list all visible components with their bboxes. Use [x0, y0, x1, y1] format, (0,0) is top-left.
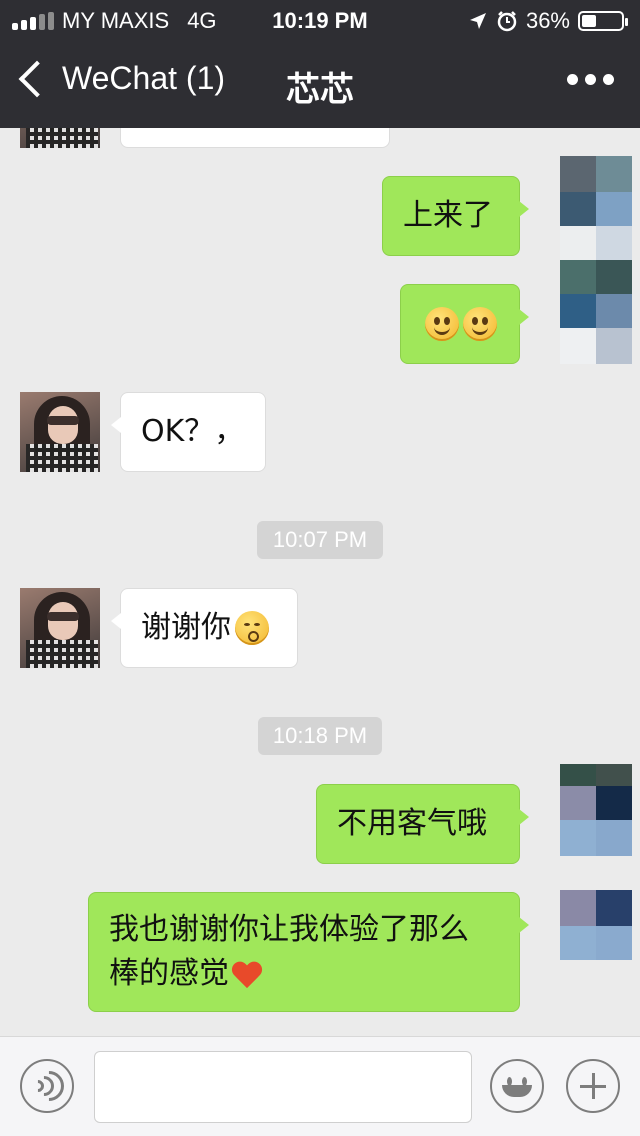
battery-fill: [582, 15, 596, 27]
message-text: 上来了: [403, 198, 493, 233]
plus-button[interactable]: [566, 1059, 620, 1113]
kiss-emoji-icon: [235, 611, 269, 645]
battery-percent: 36%: [525, 8, 570, 33]
chat-area[interactable]: 上来了 OK？， 10:07 PM 谢谢你 10:18 PM 不用客气哦 我也谢…: [0, 128, 640, 1036]
message-text: 谢谢你: [141, 610, 231, 645]
message-bubble-partial[interactable]: [120, 128, 390, 148]
location-arrow-icon: [469, 13, 486, 29]
battery-icon: [578, 11, 628, 31]
smile-emoji-icon: [425, 307, 459, 341]
heart-emoji-icon: [231, 960, 263, 990]
message-text-line1: 我也谢谢你让我体验了那么: [109, 912, 469, 947]
emoji-button[interactable]: [490, 1059, 544, 1113]
message-bubble-sent[interactable]: 上来了: [382, 176, 529, 256]
more-dots-icon[interactable]: [567, 74, 614, 85]
message-bubble-sent[interactable]: 不用客气哦: [316, 784, 529, 864]
message-bubble-sent[interactable]: 我也谢谢你让我体验了那么 棒的感觉: [88, 892, 529, 1012]
contact-avatar[interactable]: [20, 392, 100, 472]
contact-avatar[interactable]: [20, 128, 100, 148]
chat-title: 芯芯: [286, 70, 354, 110]
message-bubble-received[interactable]: OK？，: [111, 392, 266, 472]
voice-button[interactable]: [20, 1059, 74, 1113]
timestamp-chip: 10:18 PM: [258, 717, 382, 755]
message-text: OK？，: [141, 414, 245, 449]
message-text: 不用客气哦: [337, 806, 487, 841]
top-bar: MY MAXIS 4G 10:19 PM 36% WeChat (1) 芯芯: [0, 0, 640, 128]
status-bar: MY MAXIS 4G 10:19 PM 36%: [0, 0, 640, 40]
my-avatar[interactable]: [560, 764, 632, 964]
my-avatar[interactable]: [560, 156, 632, 366]
message-bubble-received[interactable]: 谢谢你: [111, 588, 298, 668]
timestamp-chip: 10:07 PM: [257, 521, 383, 559]
message-text-line2: 棒的感觉: [109, 956, 229, 991]
alarm-icon: [497, 11, 517, 32]
contact-avatar[interactable]: [20, 588, 100, 668]
smile-emoji-icon: [463, 307, 497, 341]
input-bar: [0, 1036, 640, 1136]
nav-bar: WeChat (1) 芯芯: [0, 40, 640, 128]
message-bubble-sent[interactable]: [400, 284, 529, 364]
message-input[interactable]: [94, 1051, 472, 1123]
